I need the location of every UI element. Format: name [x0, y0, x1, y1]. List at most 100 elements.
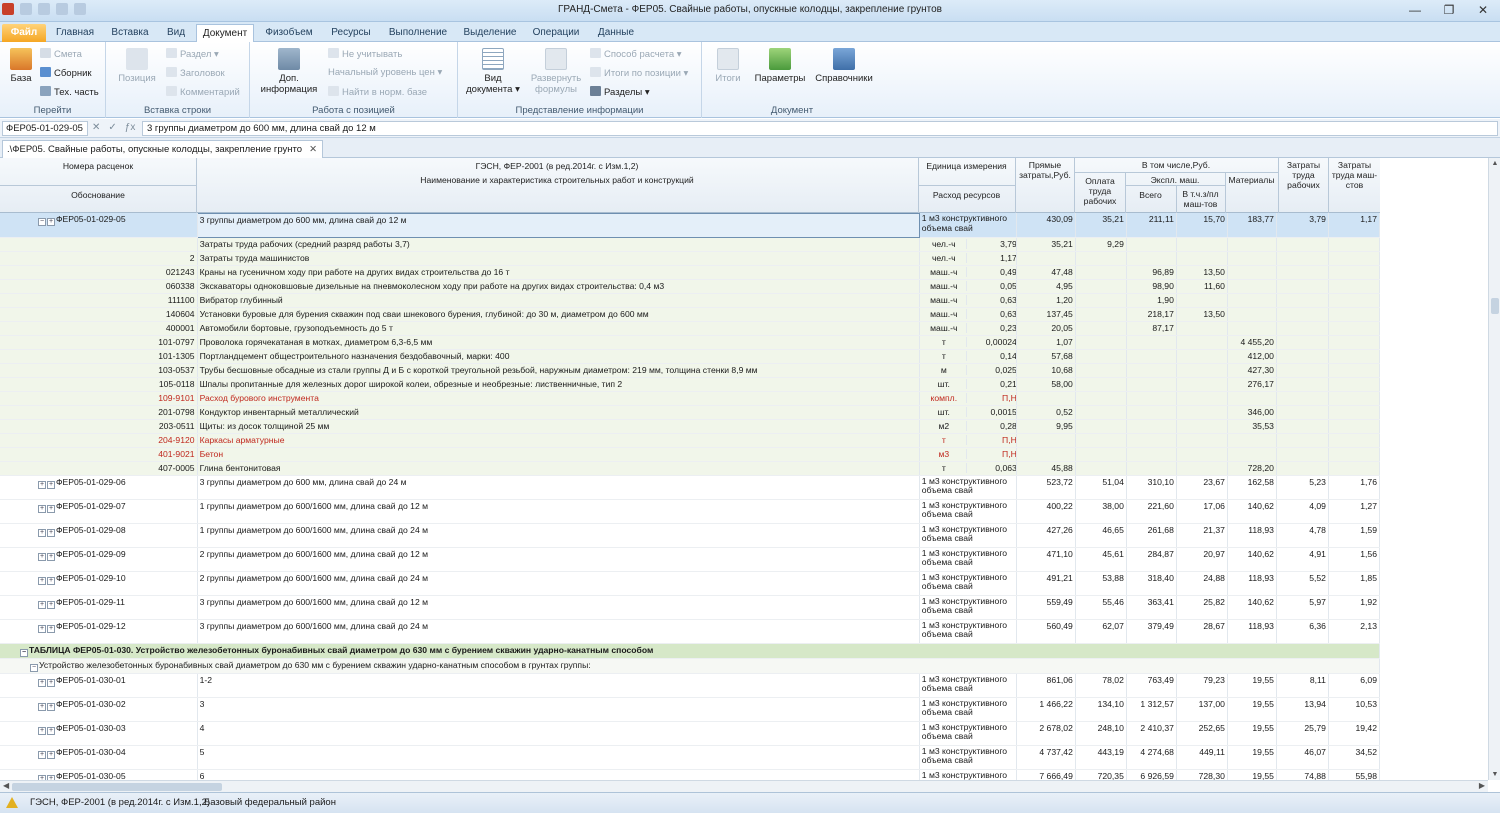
value-cell-pryam[interactable]: 1,20 — [1016, 293, 1076, 308]
expand-icon[interactable]: + — [47, 576, 55, 585]
table-row[interactable]: 101-1305 Портландцемент общестроительного… — [0, 349, 1381, 364]
table-row[interactable]: + + ФЕР05-01-029-08 1 группы диаметром до 6… — [0, 523, 1381, 548]
table-row[interactable]: 105-0118 Шпалы пропитанные для железных д… — [0, 377, 1381, 392]
value-cell-zm[interactable]: 6,09 — [1328, 673, 1381, 698]
work-description[interactable]: Каркасы арматурные — [197, 433, 920, 448]
table-row[interactable]: 401-9021 Бетон м3 П,Н — [0, 447, 1381, 462]
value-cell-eks[interactable] — [1126, 349, 1177, 364]
value-cell-opl[interactable] — [1075, 321, 1127, 336]
value-cell-zm[interactable] — [1328, 377, 1381, 392]
scroll-up-icon[interactable]: ▲ — [1489, 160, 1500, 167]
rate-code-cell[interactable]: + + ФЕР05-01-030-02 — [0, 697, 198, 722]
tab-document[interactable]: Документ — [196, 24, 254, 42]
tab-selection[interactable]: Выделение — [458, 24, 522, 42]
value-cell-vtch[interactable] — [1176, 321, 1228, 336]
value-cell-pryam[interactable]: 47,48 — [1016, 265, 1076, 280]
tab-resources[interactable]: Ресурсы — [324, 24, 378, 42]
table-row[interactable]: + + ФЕР05-01-029-10 2 группы диаметром до 6… — [0, 571, 1381, 596]
value-cell-zm[interactable]: 10,53 — [1328, 697, 1381, 722]
vertical-scroll-thumb[interactable] — [1491, 298, 1499, 314]
value-cell-vtch[interactable] — [1176, 251, 1228, 266]
value-cell-eks[interactable]: 1,90 — [1126, 293, 1177, 308]
value-cell-opl[interactable]: 51,04 — [1075, 475, 1127, 500]
value-cell-mat[interactable]: 19,55 — [1227, 697, 1277, 722]
sbornik-button[interactable]: Сборник — [40, 67, 92, 79]
value-cell-mat[interactable]: 140,62 — [1227, 499, 1277, 524]
value-cell-mat[interactable]: 19,55 — [1227, 721, 1277, 746]
value-cell-zr[interactable] — [1276, 461, 1329, 476]
value-cell-opl[interactable] — [1075, 335, 1127, 350]
unit-cell[interactable]: 1 м3 конструктивного объема свай — [919, 571, 1017, 596]
value-cell-zr[interactable]: 4,09 — [1276, 499, 1329, 524]
table-row[interactable]: + + ФЕР05-01-029-09 2 группы диаметром до 6… — [0, 547, 1381, 572]
value-cell-pryam[interactable]: 2 678,02 — [1016, 721, 1076, 746]
unit-consumption-cell[interactable]: маш.-ч 0,23 — [919, 321, 1017, 336]
base-button[interactable]: База — [4, 48, 38, 84]
unit-cell[interactable]: 1 м3 конструктивного объема свай — [919, 619, 1017, 644]
value-cell-pryam[interactable]: 861,06 — [1016, 673, 1076, 698]
expand-icon[interactable]: + — [38, 726, 46, 735]
expand-formulas-button[interactable]: Развернуть формулы — [526, 48, 586, 95]
unit-cell[interactable]: 1 м3 конструктивного — [919, 769, 1017, 780]
value-cell-pryam[interactable]: 137,45 — [1016, 307, 1076, 322]
tab-operations[interactable]: Операции — [526, 24, 586, 42]
value-cell-opl[interactable]: 53,88 — [1075, 571, 1127, 596]
value-cell-vtch[interactable] — [1176, 433, 1228, 448]
value-cell-mat[interactable]: 4 455,20 — [1227, 335, 1277, 350]
formula-input[interactable]: 3 группы диаметром до 600 мм, длина свай… — [142, 121, 1498, 136]
rate-code-cell[interactable]: + + ФЕР05-01-030-04 — [0, 745, 198, 770]
work-description[interactable]: 5 — [197, 745, 920, 770]
value-cell-vtch[interactable] — [1176, 377, 1228, 392]
table-row[interactable]: + + ФЕР05-01-029-12 3 группы диаметром до 6… — [0, 619, 1381, 644]
table-row[interactable]: 2 Затраты труда машинистов чел.-ч 1,17 — [0, 251, 1381, 266]
table-row[interactable]: − Устройство железобетонных буронабивных … — [0, 658, 1380, 674]
value-cell-pryam[interactable] — [1016, 251, 1076, 266]
work-description[interactable]: Экскаваторы одноковшовые дизельные на пн… — [197, 279, 920, 294]
value-cell-zm[interactable] — [1328, 363, 1381, 378]
expand-icon[interactable]: + — [47, 528, 55, 537]
section-title[interactable]: − ТАБЛИЦА ФЕР05-01-030. Устройство железо… — [0, 643, 1380, 659]
value-cell-eks[interactable]: 87,17 — [1126, 321, 1177, 336]
rate-code-cell[interactable]: 101-0797 — [0, 335, 198, 350]
value-cell-mat[interactable] — [1227, 293, 1277, 308]
value-cell-eks[interactable] — [1126, 391, 1177, 406]
rate-code-cell[interactable]: 203-0511 — [0, 419, 198, 434]
unit-consumption-cell[interactable]: чел.-ч 3,79 — [919, 237, 1017, 252]
value-cell-pryam[interactable]: 491,21 — [1016, 571, 1076, 596]
tech-part-button[interactable]: Тех. часть — [40, 86, 99, 98]
confirm-icon[interactable]: ✓ — [108, 122, 116, 133]
table-row[interactable]: + + ФЕР05-01-029-11 3 группы диаметром до 6… — [0, 595, 1381, 620]
work-description[interactable]: 3 группы диаметром до 600/1600 мм, длина… — [197, 595, 920, 620]
expand-icon[interactable]: + — [38, 678, 46, 687]
table-row[interactable]: 111100 Вибратор глубинный маш.-ч 0,63 1,20 1,… — [0, 293, 1381, 308]
doc-view-button[interactable]: Вид документа ▾ — [464, 48, 522, 95]
value-cell-mat[interactable]: 140,62 — [1227, 547, 1277, 572]
value-cell-mat[interactable] — [1227, 391, 1277, 406]
value-cell-zr[interactable] — [1276, 279, 1329, 294]
value-cell-zm[interactable]: 2,13 — [1328, 619, 1381, 644]
value-cell-zr[interactable] — [1276, 405, 1329, 420]
value-cell-pryam[interactable]: 35,21 — [1016, 237, 1076, 252]
zagolovok-button[interactable]: Заголовок — [166, 67, 225, 79]
value-cell-opl[interactable] — [1075, 279, 1127, 294]
table-row[interactable]: + + ФЕР05-01-030-03 4 1 м3 конструктивного о… — [0, 721, 1381, 746]
value-cell-mat[interactable]: 162,58 — [1227, 475, 1277, 500]
work-description[interactable]: 4 — [197, 721, 920, 746]
value-cell-eks[interactable]: 363,41 — [1126, 595, 1177, 620]
unit-consumption-cell[interactable]: т 0,00024 — [919, 335, 1017, 350]
value-cell-vtch[interactable]: 20,97 — [1176, 547, 1228, 572]
unit-cell[interactable]: 1 м3 конструктивного объема свай — [919, 475, 1017, 500]
value-cell-vtch[interactable] — [1176, 335, 1228, 350]
value-cell-pryam[interactable]: 471,10 — [1016, 547, 1076, 572]
tab-insert[interactable]: Вставка — [104, 24, 156, 42]
work-description[interactable]: 2 группы диаметром до 600/1600 мм, длина… — [197, 547, 920, 572]
value-cell-zr[interactable] — [1276, 265, 1329, 280]
value-cell-pryam[interactable]: 20,05 — [1016, 321, 1076, 336]
value-cell-zm[interactable]: 1,92 — [1328, 595, 1381, 620]
unit-cell[interactable]: 1 м3 конструктивного объема свай — [919, 697, 1017, 722]
value-cell-vtch[interactable] — [1176, 419, 1228, 434]
value-cell-eks[interactable]: 221,60 — [1126, 499, 1177, 524]
value-cell-opl[interactable]: 248,10 — [1075, 721, 1127, 746]
horizontal-scrollbar[interactable]: ◀ ▶ — [0, 780, 1488, 792]
rate-code-cell[interactable]: + + ФЕР05-01-029-11 — [0, 595, 198, 620]
